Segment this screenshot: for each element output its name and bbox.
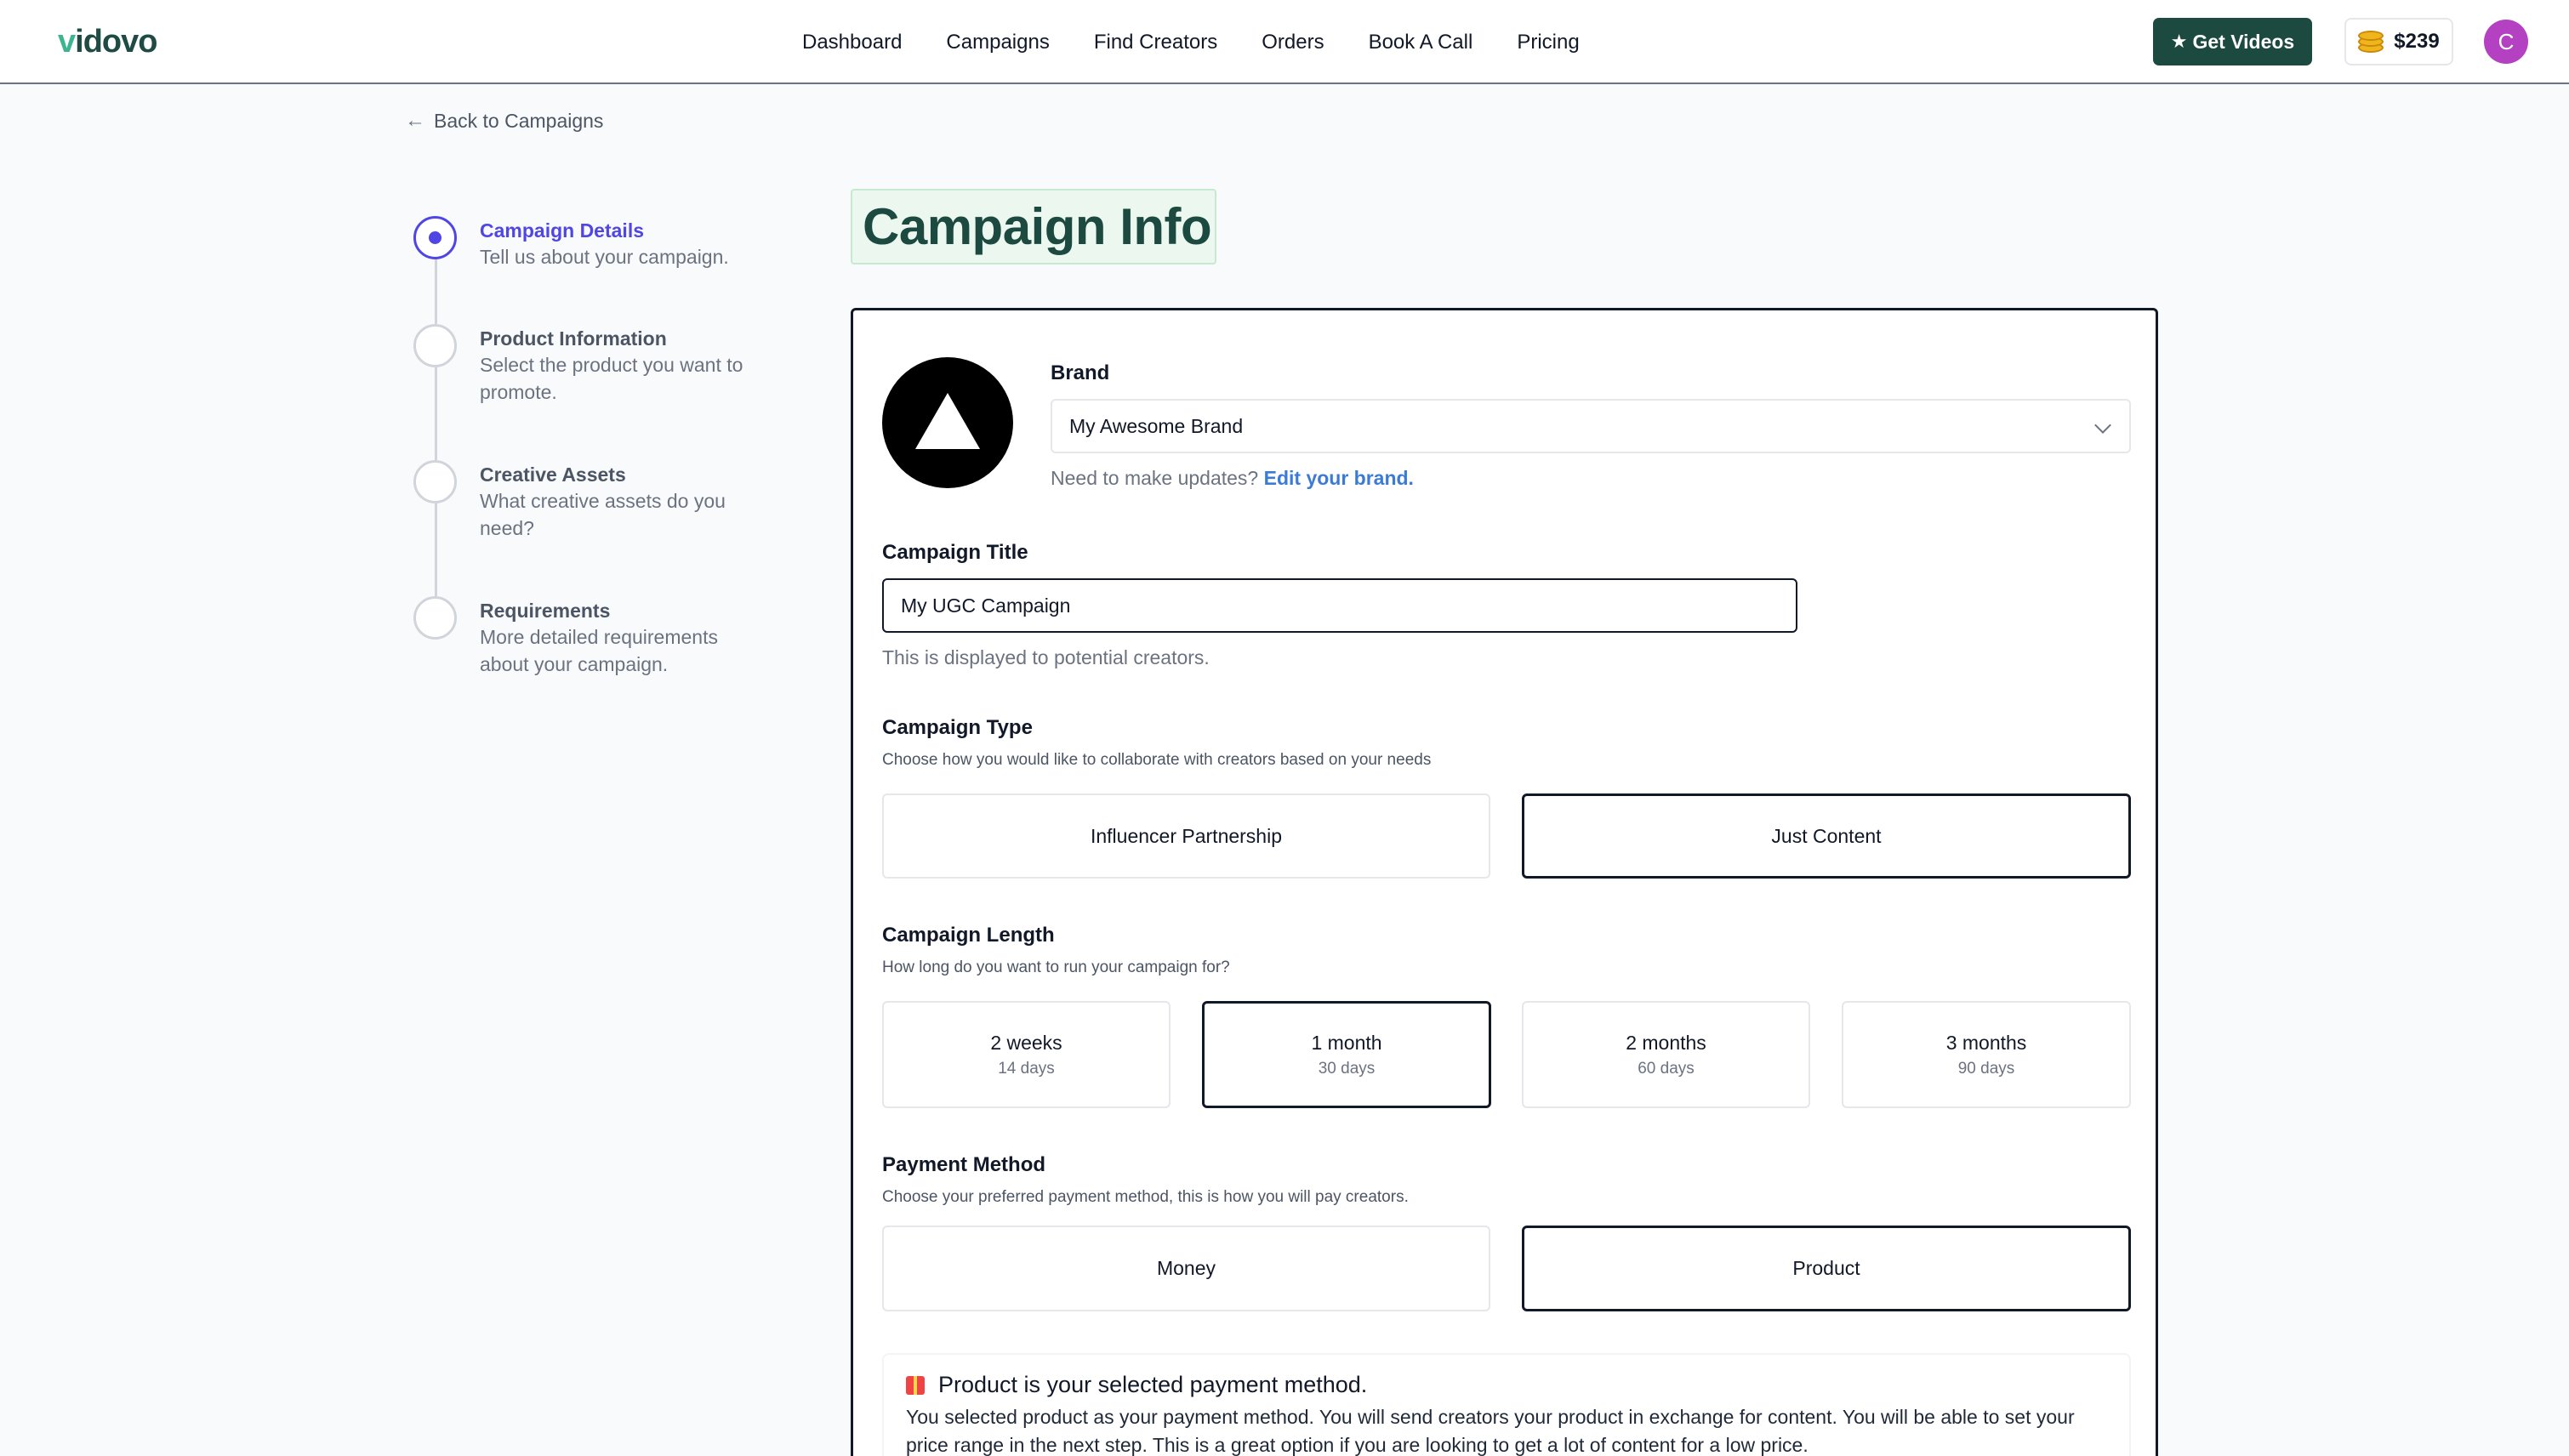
logo-prefix: v [58,23,76,60]
nav-link-campaigns[interactable]: Campaigns [946,31,1049,54]
notice-body: You selected product as your payment met… [906,1406,2075,1456]
length-option-1-month[interactable]: 1 month 30 days [1202,1001,1491,1108]
payment-option-money[interactable]: Money [882,1226,1490,1311]
option-days: 60 days [1638,1059,1695,1078]
option-label: Product [1792,1257,1860,1279]
back-to-campaigns-link[interactable]: ← Back to Campaigns [405,109,603,133]
length-option-2-weeks[interactable]: 2 weeks 14 days [882,1001,1171,1108]
step-description: More detailed requirements about your ca… [480,626,718,675]
option-days: 90 days [1957,1059,2015,1078]
brand-select-value: My Awesome Brand [1069,414,1244,437]
page-title: Campaign Info [851,189,1216,264]
star-icon: ★ [2170,31,2188,52]
step-indicator [413,324,457,367]
option-label: 2 months [1626,1031,1706,1054]
step-description: What creative assets do you need? [480,490,726,539]
nav-link-dashboard[interactable]: Dashboard [802,31,902,54]
brand-help-text: Need to make updates? Edit your brand. [1051,467,1414,490]
nav-link-find-creators[interactable]: Find Creators [1094,31,1217,54]
step-connector [435,367,437,460]
step-description: Select the product you want to promote. [480,354,743,403]
credits-amount: $239 [2394,30,2440,53]
brand-logo [882,357,1013,488]
campaign-type-label: Campaign Type [882,716,1033,739]
credits-balance-button[interactable]: $239 [2344,18,2453,65]
step-connector [435,503,437,596]
payment-method-description: Choose your preferred payment method, th… [882,1188,1409,1206]
step-indicator [413,596,457,640]
campaign-type-description: Choose how you would like to collaborate… [882,751,1432,769]
option-days: 30 days [1318,1059,1376,1078]
step-active-indicator [413,216,457,259]
notice-title: Product is your selected payment method. [906,1372,2107,1398]
campaign-title-help: This is displayed to potential creators. [882,646,1210,668]
coins-icon [2358,29,2384,54]
campaign-length-description: How long do you want to run your campaig… [882,958,1230,976]
triangle-icon [915,393,980,449]
gift-icon [906,1375,925,1395]
step-title: Creative Assets [480,464,626,486]
type-option-just-content[interactable]: Just Content [1522,793,2131,879]
top-navbar: v idovo Dashboard Campaigns Find Creators… [0,0,2569,84]
length-option-3-months[interactable]: 3 months 90 days [1842,1001,2131,1108]
payment-method-notice: Product is your selected payment method.… [882,1353,2131,1456]
campaign-info-form: Brand My Awesome Brand Need to make upda… [851,308,2158,1456]
step-indicator [413,460,457,503]
brand-label: Brand [1051,361,1110,384]
nav-link-orders[interactable]: Orders [1262,31,1324,54]
user-avatar[interactable]: C [2484,20,2528,64]
option-label: Influencer Partnership [1090,824,1282,847]
option-label: 1 month [1311,1031,1382,1054]
edit-brand-link[interactable]: Edit your brand. [1264,467,1414,489]
campaign-title-input[interactable]: My UGC Campaign [882,578,1797,633]
nav-link-pricing[interactable]: Pricing [1517,31,1579,54]
option-label: 3 months [1945,1031,2027,1054]
campaign-length-label: Campaign Length [882,924,1055,947]
length-option-2-months[interactable]: 2 months 60 days [1522,1001,1810,1108]
step-title: Product Information [480,327,667,350]
back-label: Back to Campaigns [434,109,604,132]
payment-option-product[interactable]: Product [1522,1226,2131,1311]
nav-links: Dashboard Campaigns Find Creators Orders… [802,0,1624,84]
notice-title-text: Product is your selected payment method. [938,1372,1368,1397]
option-label: Just Content [1771,824,1882,847]
vidovo-logo[interactable]: v idovo [58,20,157,63]
step-title: Campaign Details [480,219,644,242]
step-connector [435,259,437,324]
logo-text: idovo [75,23,157,60]
chevron-down-icon [2094,417,2111,434]
get-videos-label: Get Videos [2192,30,2295,53]
arrow-left-icon: ← [405,109,425,132]
type-option-influencer-partnership[interactable]: Influencer Partnership [882,793,1490,879]
option-days: 14 days [998,1059,1055,1078]
nav-link-book-a-call[interactable]: Book A Call [1369,31,1473,54]
get-videos-button[interactable]: ★ Get Videos [2153,18,2312,65]
campaign-title-label: Campaign Title [882,541,1028,564]
brand-help-prefix: Need to make updates? [1051,467,1259,489]
brand-select[interactable]: My Awesome Brand [1051,399,2131,453]
option-label: 2 weeks [990,1031,1062,1054]
step-title: Requirements [480,600,611,622]
payment-method-label: Payment Method [882,1153,1046,1176]
step-description: Tell us about your campaign. [480,246,729,268]
option-label: Money [1156,1257,1216,1279]
